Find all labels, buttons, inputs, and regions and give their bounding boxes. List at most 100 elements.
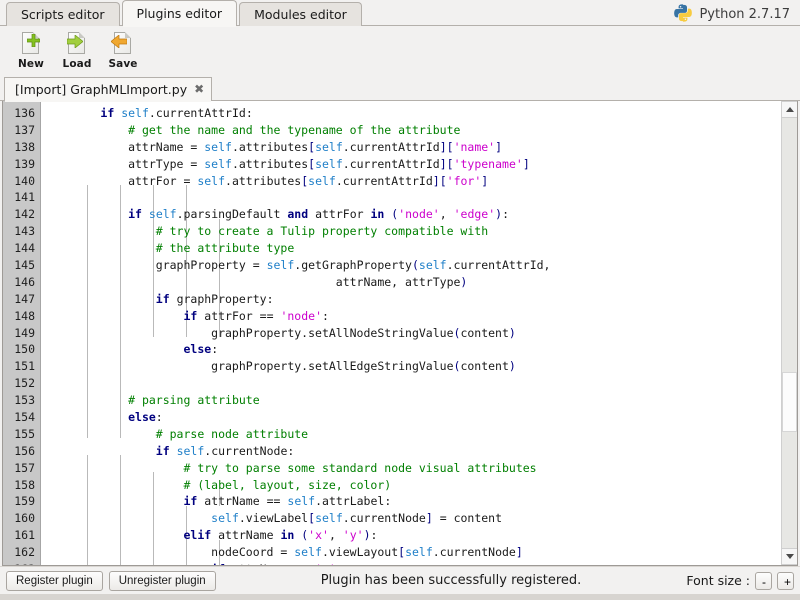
code-token: ==	[294, 562, 308, 565]
file-tab-graphmlimport[interactable]: [Import] GraphMLImport.py ✖	[4, 77, 213, 102]
code-token: and	[287, 207, 309, 222]
save-plugin-label: Save	[108, 58, 138, 70]
code-token: self	[405, 545, 433, 560]
code-token: 'node'	[398, 207, 440, 222]
code-line[interactable]: attrFor = self.attributes[self.currentAt…	[41, 173, 781, 190]
code-token: ]	[481, 173, 489, 188]
code-token: 'for'	[446, 173, 482, 188]
code-line[interactable]: # try to parse some standard node visual…	[41, 460, 781, 477]
code-line[interactable]: # get the name and the typename of the a…	[41, 122, 781, 139]
code-token: .viewLabel	[238, 511, 309, 526]
code-token: content	[460, 325, 509, 340]
code-token: attrType =	[45, 156, 205, 171]
code-line[interactable]: elif attrName in ('x', 'y'):	[41, 527, 781, 544]
code-token: )	[508, 359, 516, 374]
code-line[interactable]: # (label, layout, size, color)	[41, 477, 781, 494]
code-line[interactable]: # try to create a Tulip property compati…	[41, 223, 781, 240]
code-token: graphProperty:	[169, 291, 274, 306]
scroll-up-arrow-icon[interactable]	[782, 101, 797, 118]
code-token: :	[155, 410, 163, 425]
vertical-scrollbar[interactable]	[781, 101, 797, 565]
code-token: if	[155, 291, 170, 306]
code-token: in	[370, 207, 385, 222]
load-file-icon	[65, 31, 89, 57]
font-size-increase-button[interactable]: +	[777, 571, 794, 590]
code-line[interactable]: graphProperty.setAllEdgeStringValue(cont…	[41, 358, 781, 375]
code-line[interactable]: attrType = self.attributes[self.currentA…	[41, 156, 781, 173]
code-token: # try to create a Tulip property compati…	[155, 224, 489, 239]
code-line[interactable]: # parsing attribute	[41, 392, 781, 409]
code-token: )	[460, 274, 468, 289]
code-line[interactable]: if graphProperty:	[41, 291, 781, 308]
code-line[interactable]: attrName, attrType)	[41, 274, 781, 291]
line-number: 151	[14, 359, 35, 374]
new-plugin-button[interactable]: New	[8, 31, 54, 70]
code-line[interactable]	[41, 375, 781, 392]
code-token: 'typename'	[453, 156, 523, 171]
line-number: 156	[14, 443, 35, 458]
code-token: ]	[515, 545, 523, 560]
line-number: 163	[3, 561, 35, 565]
status-bar: Register plugin Unregister plugin Plugin…	[0, 566, 800, 594]
close-icon[interactable]: ✖	[194, 83, 204, 95]
code-token: self	[197, 173, 226, 188]
code-line[interactable]: if self.currentNode:	[41, 443, 781, 460]
code-token: .attrLabel:	[315, 494, 392, 509]
unregister-plugin-button[interactable]: Unregister plugin	[108, 570, 216, 591]
code-line[interactable]: self.viewLabel[self.currentNode] = conte…	[41, 510, 781, 527]
code-line[interactable]: if self.parsingDefault and attrFor in ('…	[41, 206, 781, 223]
code-line[interactable]: graphProperty = self.getGraphProperty(se…	[41, 257, 781, 274]
python-version-label: Python 2.7.17	[699, 7, 790, 22]
code-line[interactable]: attrName = self.attributes[self.currentA…	[41, 139, 781, 156]
code-token: # (label, layout, size, color)	[183, 477, 392, 492]
code-token: # parsing attribute	[128, 393, 260, 408]
line-number: 148	[14, 308, 35, 323]
line-number: 155	[14, 426, 35, 441]
code-token: self	[121, 106, 149, 120]
code-token: :	[211, 342, 219, 357]
code-line[interactable]: if attrFor == 'node':	[41, 308, 781, 325]
font-size-label: Font size :	[686, 573, 750, 588]
code-line[interactable]: if attrName == self.attrLabel:	[41, 493, 781, 510]
code-token: .currentAttrId	[342, 139, 440, 154]
scroll-down-arrow-icon[interactable]	[782, 548, 797, 565]
font-size-decrease-button[interactable]: -	[755, 571, 772, 590]
register-plugin-button[interactable]: Register plugin	[6, 570, 103, 591]
code-line[interactable]	[41, 189, 781, 206]
tab-scripts-editor[interactable]: Scripts editor	[6, 2, 120, 26]
code-token: ]	[425, 511, 433, 526]
code-token: (	[294, 528, 309, 543]
code-line[interactable]: # the attribute type	[41, 240, 781, 257]
code-token: # parse node attribute	[155, 426, 309, 441]
code-line[interactable]: if attrName == 'x':	[41, 561, 781, 565]
editor-toolbar: New Load Save	[0, 26, 800, 76]
code-text-area[interactable]: if self.currentAttrId: # get the name an…	[41, 101, 781, 565]
code-line[interactable]: graphProperty.setAllNodeStringValue(cont…	[41, 325, 781, 342]
save-plugin-button[interactable]: Save	[100, 31, 146, 70]
code-token: = content	[432, 511, 503, 526]
code-token: if	[183, 308, 198, 323]
load-plugin-button[interactable]: Load	[54, 31, 100, 70]
python-logo-icon	[673, 3, 693, 26]
code-token: self	[315, 156, 343, 171]
new-file-icon	[19, 31, 43, 57]
load-plugin-label: Load	[62, 58, 92, 70]
code-token: ==	[259, 308, 274, 323]
code-line[interactable]: # parse node attribute	[41, 426, 781, 443]
code-line[interactable]: nodeCoord = self.viewLayout[self.current…	[41, 544, 781, 561]
code-line[interactable]: if self.currentAttrId:	[41, 105, 781, 122]
code-token: self	[266, 258, 295, 273]
code-token: # get the name and the typename of the a…	[128, 122, 461, 137]
code-line[interactable]: else:	[41, 341, 781, 358]
tab-plugins-editor[interactable]: Plugins editor	[121, 0, 238, 27]
code-editor[interactable]: 136 137 138 139 140 141 142 143 144 145 146 147 148 1…	[3, 101, 781, 565]
code-line[interactable]: else:	[41, 409, 781, 426]
scrollbar-track[interactable]	[782, 118, 797, 548]
scrollbar-thumb[interactable]	[782, 371, 797, 432]
tab-modules-editor[interactable]: Modules editor	[239, 2, 362, 26]
